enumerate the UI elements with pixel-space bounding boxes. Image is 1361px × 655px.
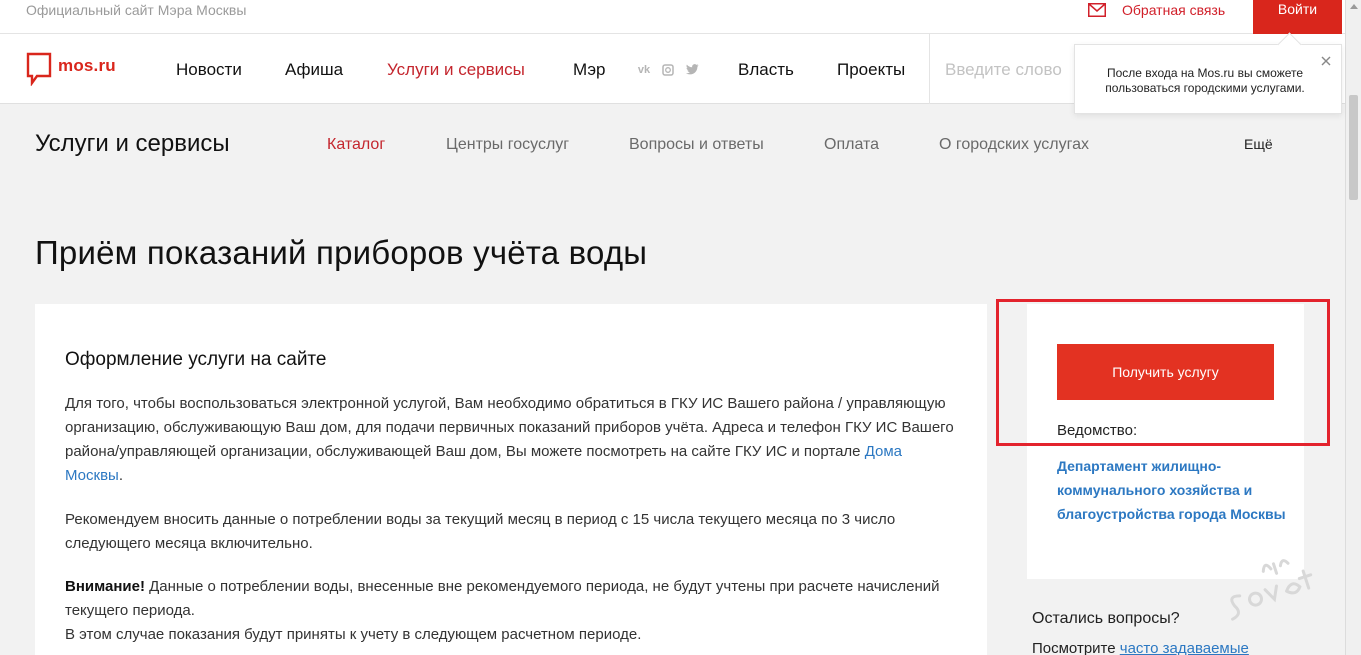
paragraph-warning: Внимание! Данные о потреблении воды, вне… — [65, 575, 955, 647]
nav-item-mayor[interactable]: Мэр — [573, 60, 605, 80]
tooltip-text: После входа на Mos.ru вы сможете пользов… — [1105, 66, 1305, 95]
social-links: vk — [637, 64, 699, 76]
page-title: Приём показаний приборов учёта воды — [35, 234, 648, 271]
warning-label: Внимание! — [65, 578, 145, 595]
paragraph-instructions-text: Для того, чтобы воспользоваться электрон… — [65, 395, 954, 460]
service-side-panel: Получить услугу Ведомство: Департамент ж… — [1027, 304, 1304, 579]
subnav-item-payment[interactable]: Оплата — [824, 136, 879, 154]
nav-item-government[interactable]: Власть — [738, 60, 794, 80]
department-link[interactable]: Департамент жилищно-коммунального хозяйс… — [1057, 454, 1287, 526]
service-description-card: Оформление услуги на сайте Для того, что… — [35, 304, 987, 655]
paragraph-recommendation: Рекомендуем вносить данные о потреблении… — [65, 511, 896, 552]
login-tooltip: После входа на Mos.ru вы сможете пользов… — [1074, 44, 1342, 114]
subnav-item-faq[interactable]: Вопросы и ответы — [629, 136, 764, 154]
section-subnav: Услуги и сервисы Каталог Центры госуслуг… — [0, 105, 1345, 185]
feedback-link[interactable]: Обратная связь — [1088, 0, 1225, 20]
department-label: Ведомство: — [1057, 422, 1138, 439]
logo-text: mos.ru — [58, 56, 116, 75]
nav-item-services[interactable]: Услуги и сервисы — [387, 60, 525, 80]
login-button[interactable]: Войти — [1253, 0, 1342, 34]
paragraph-instructions-end: . — [118, 467, 123, 484]
logo[interactable]: mos.ru — [26, 52, 116, 86]
paragraph-instructions: Для того, чтобы воспользоваться электрон… — [65, 392, 955, 488]
section-title: Услуги и сервисы — [35, 130, 230, 157]
nav-item-afisha[interactable]: Афиша — [285, 60, 343, 80]
nav-item-news[interactable]: Новости — [176, 60, 242, 80]
mail-icon — [1088, 3, 1106, 17]
faq-link[interactable]: часто задаваемые — [1120, 640, 1249, 655]
subnav-more[interactable]: Ещё — [1244, 136, 1273, 152]
subnav-item-about-services[interactable]: О городских услугах — [939, 136, 1089, 154]
twitter-icon[interactable] — [685, 64, 699, 76]
card-heading: Оформление услуги на сайте — [65, 349, 327, 370]
get-service-button[interactable]: Получить услугу — [1057, 344, 1274, 400]
instagram-icon[interactable] — [661, 64, 675, 76]
vk-icon[interactable]: vk — [637, 64, 651, 76]
subnav-item-service-centers[interactable]: Центры госуслуг — [446, 136, 569, 154]
warning-text: Данные о потреблении воды, внесенные вне… — [65, 578, 940, 619]
official-site-text: Официальный сайт Мэра Москвы — [26, 2, 247, 18]
search-input[interactable] — [945, 56, 1085, 84]
scrollbar-thumb[interactable] — [1349, 95, 1358, 200]
subnav-item-catalog[interactable]: Каталог — [327, 136, 385, 154]
questions-title: Остались вопросы? — [1032, 610, 1180, 627]
top-utility-bar: Официальный сайт Мэра Москвы Обратная св… — [0, 0, 1345, 34]
warning-line2: В этом случае показания будут приняты к … — [65, 626, 642, 643]
nav-item-projects[interactable]: Проекты — [837, 60, 905, 80]
questions-prefix: Посмотрите — [1032, 640, 1120, 655]
feedback-label: Обратная связь — [1122, 2, 1226, 18]
header-divider — [929, 34, 930, 104]
scroll-up-arrow-icon[interactable] — [1350, 4, 1358, 9]
questions-text: Посмотрите часто задаваемые — [1032, 640, 1249, 655]
logo-speech-bubble-icon — [26, 52, 52, 86]
page-scrollbar[interactable] — [1345, 0, 1361, 655]
close-icon[interactable] — [1320, 55, 1332, 67]
